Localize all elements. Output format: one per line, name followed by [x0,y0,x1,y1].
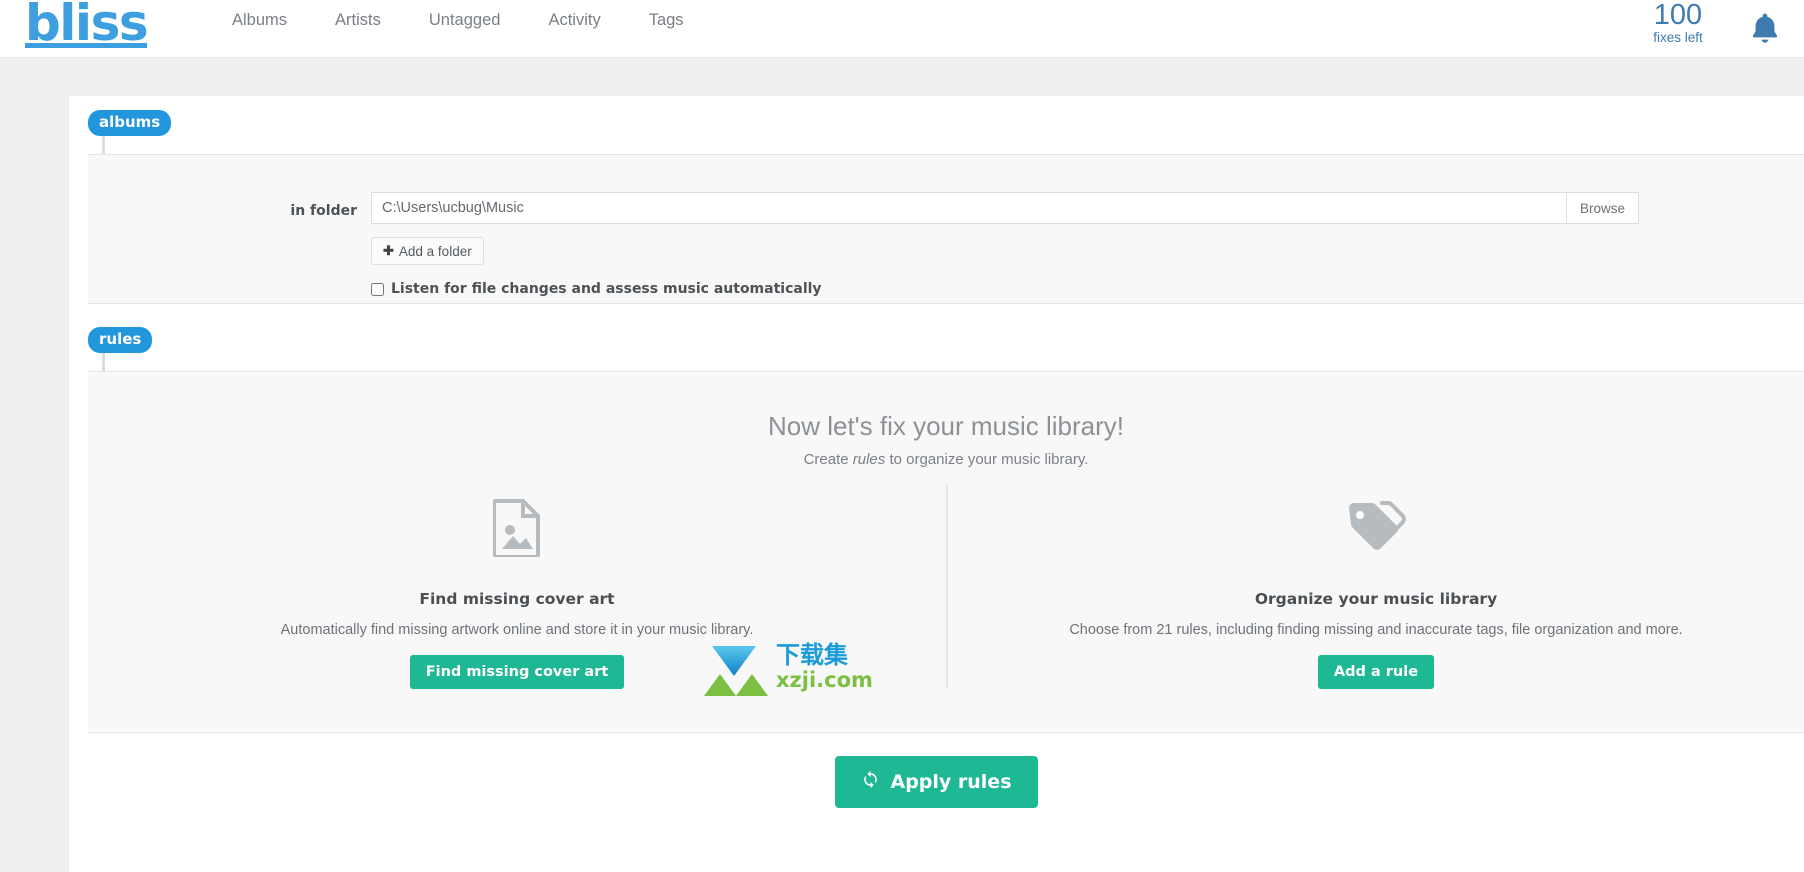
rules-heading-block: Now let's fix your music library! Create… [88,410,1804,472]
feature-organize-desc: Choose from 21 rules, including finding … [1069,622,1683,638]
rules-subtitle: Create rules to organize your music libr… [88,448,1804,472]
folder-path-input[interactable] [371,192,1567,224]
albums-section-body: in folder Browse ✚ Add a folder Listen f… [88,154,1804,304]
rules-section-body: Now let's fix your music library! Create… [88,371,1804,733]
rules-section-tab[interactable]: rules [88,327,153,353]
fixes-left-counter[interactable]: 100 fixes left [1630,0,1726,46]
content-card: albums in folder Browse ✚ Add a folder L… [69,96,1804,872]
rules-section-stem [102,351,105,371]
nav-albums[interactable]: Albums [208,0,311,40]
rules-title: Now let's fix your music library! [767,411,1125,441]
feature-organize-title: Organize your music library [1254,590,1498,608]
plus-icon: ✚ [383,243,394,258]
image-file-icon [128,484,906,572]
feature-organize-library: Organize your music library Choose from … [946,484,1804,689]
albums-section: albums in folder Browse ✚ Add a folder L… [69,110,1804,305]
add-a-rule-button[interactable]: Add a rule [1317,655,1435,689]
listen-for-changes-checkbox[interactable] [371,282,384,296]
in-folder-label: in folder [290,203,357,219]
listen-for-changes-row[interactable]: Listen for file changes and assess music… [371,281,822,297]
listen-for-changes-label: Listen for file changes and assess music… [391,281,822,297]
apply-rules-button[interactable]: Apply rules [835,756,1038,808]
feature-cover-art-desc: Automatically find missing artwork onlin… [280,622,754,638]
nav-artists[interactable]: Artists [311,0,405,40]
top-navigation-bar: bliss Albums Artists Untagged Activity T… [0,0,1804,58]
nav-activity[interactable]: Activity [524,0,624,40]
rules-subtitle-emphasis: rules [852,451,886,468]
find-missing-cover-art-button[interactable]: Find missing cover art [409,655,625,689]
feature-cover-art-title: Find missing cover art [419,590,615,608]
albums-section-tab[interactable]: albums [88,110,172,136]
rules-subtitle-after: to organize your music library. [885,451,1089,468]
fixes-left-count: 100 [1653,0,1703,31]
apply-rules-wrap: Apply rules [69,756,1804,808]
add-a-folder-button[interactable]: ✚ Add a folder [371,237,484,265]
main-nav: Albums Artists Untagged Activity Tags [208,0,708,58]
apply-rules-label: Apply rules [890,771,1012,793]
feature-cover-art: Find missing cover art Automatically fin… [88,484,946,689]
refresh-icon [861,770,880,794]
nav-tags[interactable]: Tags [625,0,708,40]
albums-section-stem [102,134,105,154]
browse-button[interactable]: Browse [1567,192,1640,224]
tag-icon [988,484,1764,572]
rules-subtitle-before: Create [803,451,853,468]
rules-section: rules Now let's fix your music library! … [69,327,1804,737]
nav-untagged[interactable]: Untagged [405,0,525,40]
bell-icon[interactable] [1744,8,1786,50]
brand-logo[interactable]: bliss [25,0,149,52]
add-a-folder-label: Add a folder [398,243,472,259]
fixes-left-label: fixes left [1653,30,1703,45]
page-background: albums in folder Browse ✚ Add a folder L… [0,59,1804,872]
feature-columns: Find missing cover art Automatically fin… [88,484,1804,689]
